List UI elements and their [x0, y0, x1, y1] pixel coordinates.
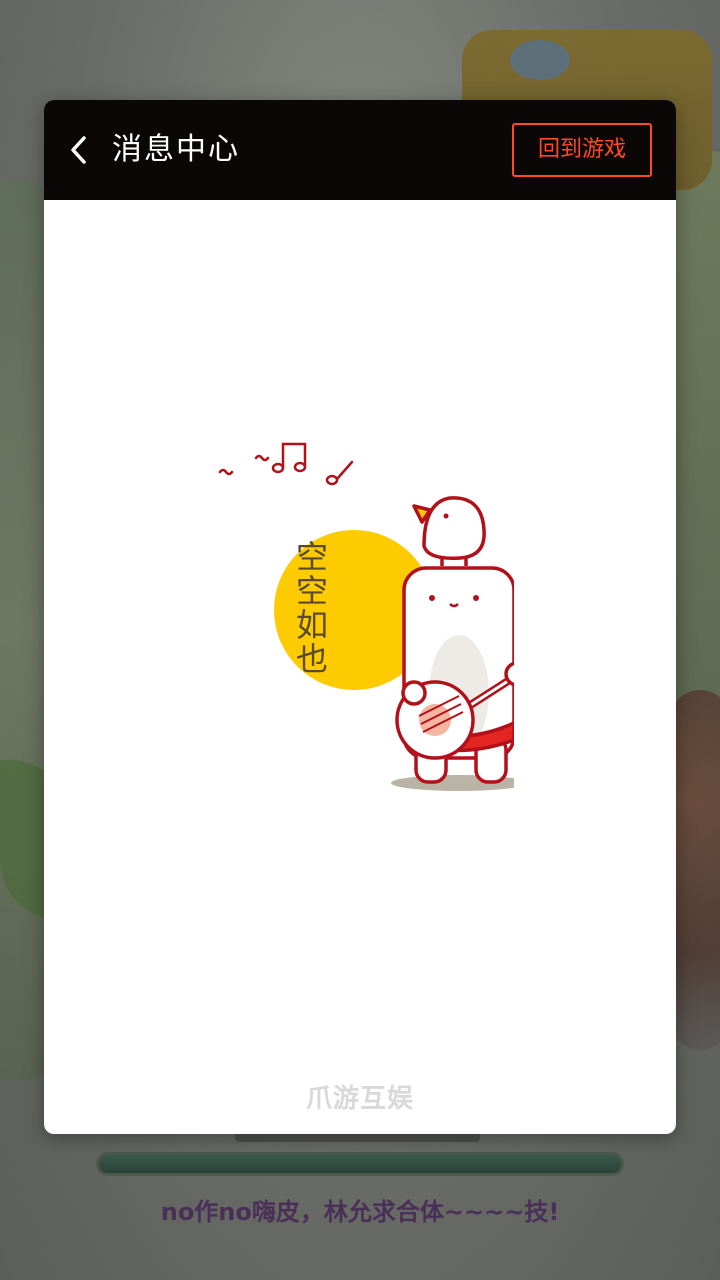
- mascot-character: [395, 496, 514, 784]
- empty-state-text: 空空如也: [291, 540, 329, 676]
- background-flowers: [670, 690, 720, 1050]
- page-title: 消息中心: [112, 132, 240, 167]
- background-caption: no作no嗨皮，林允求合体~~~~技!: [160, 1198, 560, 1226]
- dialog-header: 消息中心 回到游戏: [44, 100, 676, 200]
- return-to-game-button[interactable]: 回到游戏: [512, 123, 652, 177]
- empty-state-illustration: [218, 442, 514, 791]
- back-button[interactable]: [60, 128, 104, 172]
- brand-watermark: 爪游互娱: [305, 1084, 414, 1114]
- chevron-left-icon: [71, 136, 86, 164]
- background-progress-bar: [96, 1152, 624, 1176]
- message-center-dialog: 消息中心 回到游戏 空空如也 爪游互娱: [44, 100, 676, 1134]
- background-progress-fill: [99, 1155, 621, 1173]
- music-notes-icon: [218, 442, 354, 486]
- background-logo-creature: [510, 40, 570, 80]
